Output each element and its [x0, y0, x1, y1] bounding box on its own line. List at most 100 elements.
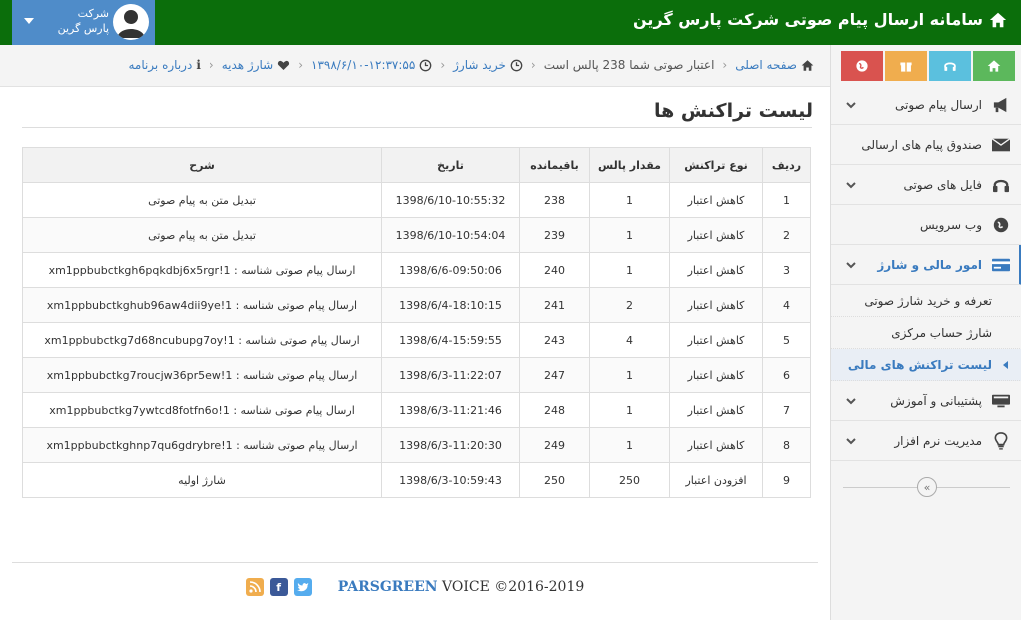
cell-date: 1398/6/6-09:50:06 — [381, 252, 520, 288]
user-name[interactable]: شرکت پارس گرین — [58, 6, 109, 36]
monitor-icon — [992, 392, 1010, 410]
cell-date: 1398/6/3-11:22:07 — [381, 357, 520, 393]
chevron-down-icon[interactable] — [845, 435, 857, 447]
cell-row-number: 5 — [762, 322, 811, 358]
table-row: 9 افزودن اعتبار 250 250 1398/6/3-10:59:43 شار… — [22, 462, 811, 498]
cell-date: 1398/6/3-10:59:43 — [381, 462, 520, 498]
breadcrumb-separator-icon: ‹ — [440, 58, 446, 72]
about-link[interactable]: i درباره برنامه — [128, 58, 200, 72]
cell-description: ارسال پیام صوتی شناسه : xm1ppbubctkghnp7… — [22, 427, 382, 463]
cell-pulses: 1 — [589, 392, 670, 428]
table-row: 4 کاهش اعتبار 2 241 1398/6/4-18:10:15 ارسال پ… — [22, 287, 811, 323]
cell-pulses: 4 — [589, 322, 670, 358]
cell-pulses: 1 — [589, 357, 670, 393]
home-quick-button[interactable] — [973, 51, 1015, 81]
table-body: 1 کاهش اعتبار 1 238 1398/6/10-10:55:32 تبدیل … — [22, 182, 811, 498]
cell-type: افزودن اعتبار — [669, 462, 763, 498]
table-row: 3 کاهش اعتبار 1 240 1398/6/6-09:50:06 ارسال پ… — [22, 252, 811, 288]
about-label[interactable]: درباره برنامه — [128, 58, 192, 72]
cell-balance: 248 — [519, 392, 590, 428]
facebook-icon[interactable]: f — [269, 578, 288, 596]
cell-pulses: 1 — [589, 182, 670, 218]
submenu-label[interactable]: لیست تراکنش های مالی — [848, 358, 992, 372]
footer: f PARSGREEN VOICE ©2016-2019 — [0, 578, 830, 596]
cell-row-number: 6 — [762, 357, 811, 393]
headphones-icon — [944, 62, 956, 71]
chevron-down-icon[interactable] — [845, 179, 857, 191]
sidebar-item-finance[interactable]: امور مالی و شارژ — [831, 245, 1021, 285]
sidebar-item-label: ارسال پیام صوتی — [895, 97, 982, 112]
cell-type: کاهش اعتبار — [669, 357, 763, 393]
breadcrumb-separator-icon: ‹ — [208, 58, 214, 72]
breadcrumb-home[interactable]: صفحه اصلی — [735, 58, 814, 72]
gift-charge-link[interactable]: شارژ هدیه — [222, 58, 291, 72]
table-header-row: ردیف نوع تراکنش مقدار پالس باقیمانده تار… — [22, 147, 811, 183]
divider — [22, 127, 812, 128]
cell-date: 1398/6/3-11:21:46 — [381, 392, 520, 428]
caret-down-icon[interactable] — [24, 18, 34, 24]
chevron-down-icon[interactable] — [845, 259, 857, 271]
sidebar-item-web-service[interactable]: وب سرویس — [831, 205, 1021, 245]
cell-description: ارسال پیام صوتی شناسه : xm1ppbubctkgh6pq… — [22, 252, 382, 288]
table-row: 8 کاهش اعتبار 1 249 1398/6/3-11:20:30 ارسال پ… — [22, 427, 811, 463]
sidebar-item-send-voice[interactable]: ارسال پیام صوتی — [831, 85, 1021, 125]
envelope-icon — [992, 136, 1010, 154]
breadcrumb-home-label[interactable]: صفحه اصلی — [735, 58, 797, 72]
cell-description: ارسال پیام صوتی شناسه : xm1ppbubctkg7rou… — [22, 357, 382, 393]
column-header-date: تاریخ — [381, 147, 520, 183]
user-avatar-icon — [117, 10, 145, 38]
cell-row-number: 1 — [762, 182, 811, 218]
heart-icon — [278, 60, 290, 70]
twitter-icon[interactable] — [293, 578, 312, 596]
submenu-tariff[interactable]: تعرفه و خرید شارژ صوتی — [831, 285, 1021, 317]
cell-balance: 241 — [519, 287, 590, 323]
cell-pulses: 250 — [589, 462, 670, 498]
app-title-wrap: سامانه ارسال پیام صوتی شرکت پارس گرین — [633, 10, 1007, 29]
home-icon — [987, 60, 1001, 72]
headphones-quick-button[interactable] — [929, 51, 971, 81]
sidebar-item-label: صندوق پیام های ارسالی — [861, 137, 982, 152]
cell-row-number: 3 — [762, 252, 811, 288]
chevron-down-icon[interactable] — [845, 99, 857, 111]
globe-quick-button[interactable] — [841, 51, 883, 81]
cell-date: 1398/6/3-11:20:30 — [381, 427, 520, 463]
app-title: سامانه ارسال پیام صوتی شرکت پارس گرین — [633, 10, 983, 29]
headphones-icon — [992, 176, 1010, 194]
sidebar-item-support[interactable]: پشتیبانی و آموزش — [831, 381, 1021, 421]
gift-charge-label[interactable]: شارژ هدیه — [222, 58, 274, 72]
sidebar-item-label: امور مالی و شارژ — [877, 257, 982, 272]
cell-date: 1398/6/4-18:10:15 — [381, 287, 520, 323]
lightbulb-icon — [992, 431, 1010, 450]
sidebar-item-outbox[interactable]: صندوق پیام های ارسالی — [831, 125, 1021, 165]
user-menu[interactable]: شرکت پارس گرین — [12, 0, 155, 45]
cell-description: تبدیل متن به پیام صوتی — [22, 182, 382, 218]
cell-description: شارژ اولیه — [22, 462, 382, 498]
home-icon — [989, 12, 1007, 27]
buy-charge-label[interactable]: خرید شارژ — [453, 58, 506, 72]
user-name-line1: شرکت — [77, 7, 109, 20]
gift-quick-button[interactable] — [885, 51, 927, 81]
table-row: 1 کاهش اعتبار 1 238 1398/6/10-10:55:32 تبدیل … — [22, 182, 811, 218]
submenu-label[interactable]: شارژ حساب مرکزی — [891, 326, 992, 340]
cell-balance: 238 — [519, 182, 590, 218]
submenu-central-charge[interactable]: شارژ حساب مرکزی — [831, 317, 1021, 349]
sidebar-collapse: « — [843, 477, 1010, 497]
page-title: لیست تراکنش ها — [653, 100, 813, 122]
column-header-pulses: مقدار پالس — [589, 147, 670, 183]
sidebar-item-software[interactable]: مدیریت نرم افزار — [831, 421, 1021, 461]
rss-icon[interactable] — [245, 578, 264, 596]
cell-balance: 247 — [519, 357, 590, 393]
submenu-label[interactable]: تعرفه و خرید شارژ صوتی — [864, 294, 992, 308]
submenu-transactions[interactable]: لیست تراکنش های مالی — [831, 349, 1021, 381]
cell-date: 1398/6/10-10:54:04 — [381, 217, 520, 253]
top-header: سامانه ارسال پیام صوتی شرکت پارس گرین شر… — [0, 0, 1021, 45]
cell-row-number: 9 — [762, 462, 811, 498]
sidebar-menu: ارسال پیام صوتی صندوق پیام های ارسالی فا… — [831, 85, 1021, 461]
buy-charge-link[interactable]: خرید شارژ — [453, 58, 523, 72]
avatar[interactable] — [113, 4, 149, 40]
double-chevron-left-icon[interactable]: « — [917, 477, 937, 497]
clock-icon — [510, 59, 523, 71]
chevron-down-icon[interactable] — [845, 395, 857, 407]
sidebar-item-voice-files[interactable]: فایل های صوتی — [831, 165, 1021, 205]
cell-description: ارسال پیام صوتی شناسه : xm1ppbubctkg7d68… — [22, 322, 382, 358]
